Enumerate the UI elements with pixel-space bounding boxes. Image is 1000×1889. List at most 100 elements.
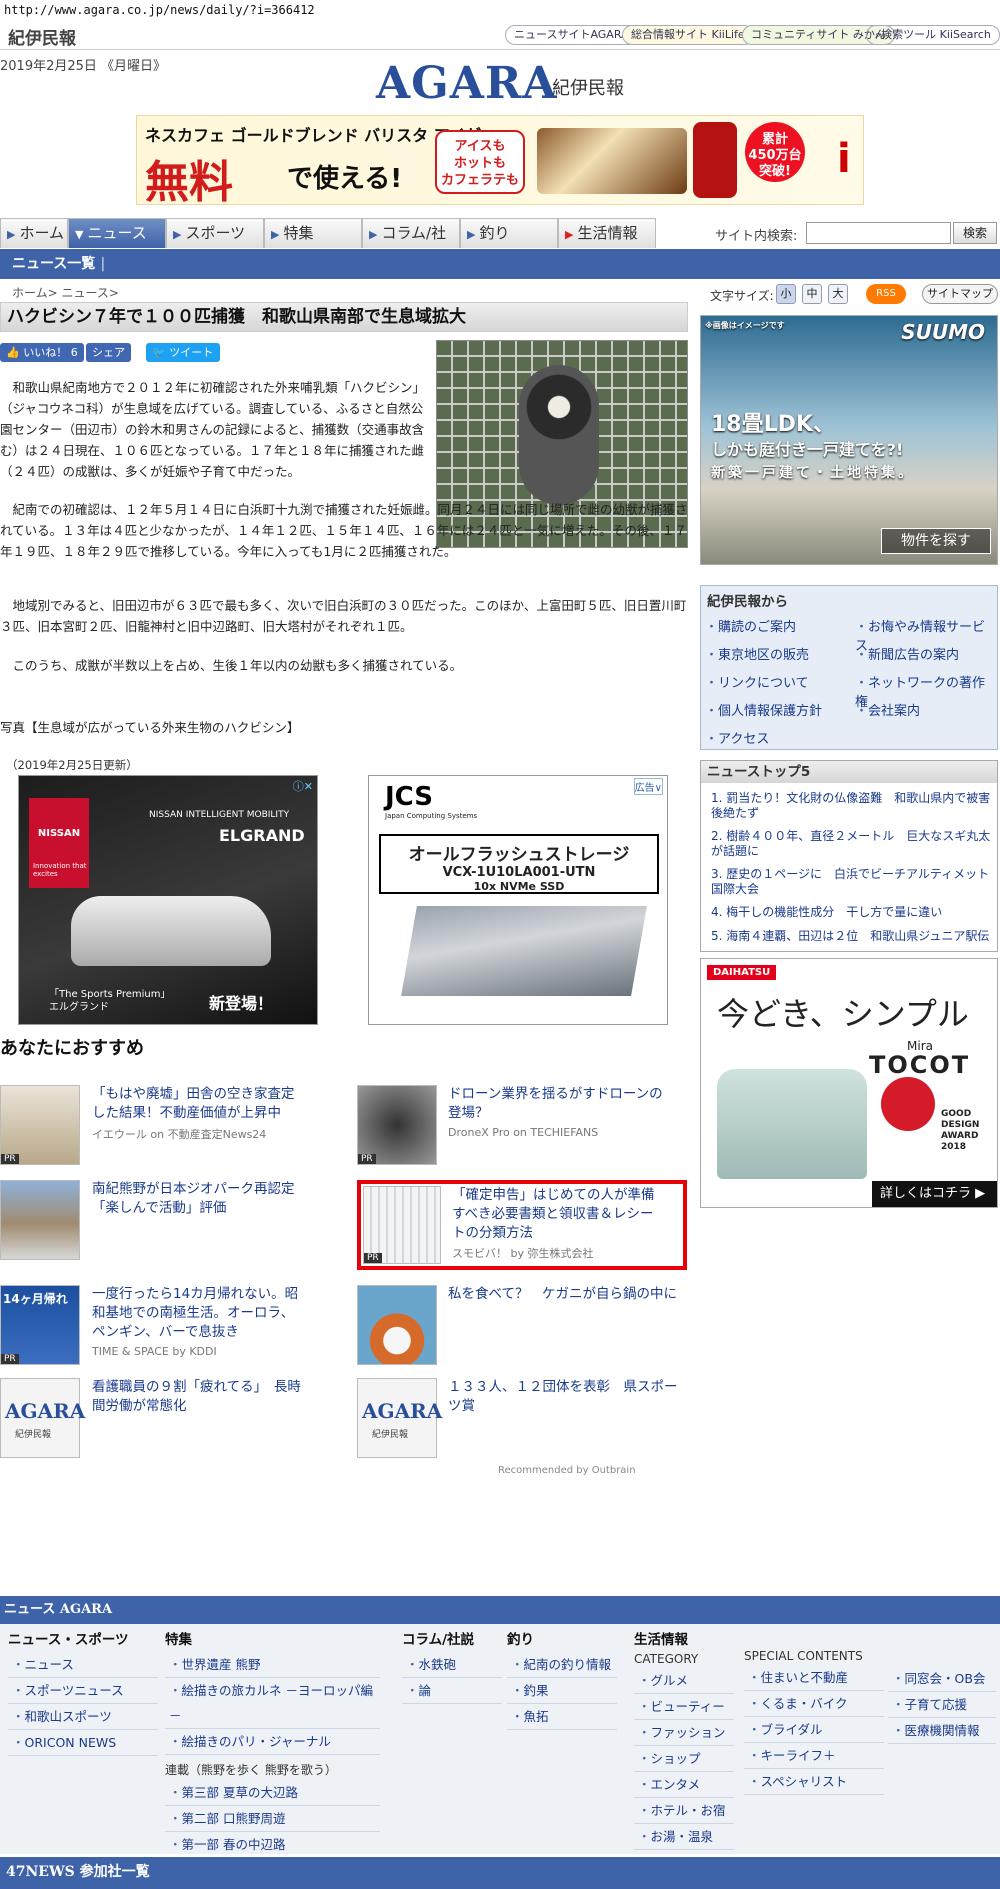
kii-link[interactable]: 新聞広告の案内 (855, 644, 959, 663)
site-link-agara[interactable]: ニュースサイトAGARA (505, 25, 638, 45)
site-search-button[interactable]: 検索 (953, 222, 997, 244)
daihatsu-ad[interactable]: DAIHATSU 今どき、シンプル Mira TOCOT GOOD DESIGN… (700, 958, 998, 1208)
breadcrumb[interactable]: ホーム> ニュース> (12, 284, 119, 301)
daihatsu-tocot: TOCOT (869, 1051, 971, 1079)
font-small-button[interactable]: 小 (776, 284, 796, 304)
kii-link[interactable]: リンクについて (705, 672, 809, 691)
reco-link[interactable]: 南紀熊野が日本ジオパーク再認定 「楽しんで活動」評価 (92, 1180, 308, 1218)
top5-item[interactable]: 4. 梅干しの機能性成分 干し方で量に違い (711, 905, 995, 920)
footer-link[interactable]: エンタメ (634, 1772, 734, 1798)
kii-link[interactable]: 個人情報保護方針 (705, 700, 822, 719)
reco-thumb[interactable] (357, 1285, 437, 1365)
reco-link[interactable]: 「確定申告」はじめての人が準備すべき必要書類と領収書＆レシートの分類方法 (452, 1186, 662, 1243)
footer-link[interactable]: 紀南の釣り情報 (507, 1652, 617, 1678)
tab-sports[interactable]: ▶ スポーツ (166, 218, 264, 248)
footer-link[interactable]: ビューティー (634, 1694, 734, 1720)
jcs-ad[interactable]: JCS Japan Computing Systems 広告∨ オールフラッシュ… (368, 775, 668, 1025)
footer-link[interactable]: お湯・温泉 (634, 1824, 734, 1850)
address-bar[interactable]: http://www.agara.co.jp/news/daily/?i=366… (0, 0, 1000, 20)
footer-link[interactable]: 同窓会・OB会 (888, 1666, 996, 1692)
facebook-like-button[interactable]: 👍 いいね！ 6 (0, 343, 84, 362)
kii-title: 紀伊民報から (707, 594, 788, 610)
footer-link[interactable]: ショップ (634, 1746, 734, 1772)
footer-link[interactable]: 絵描きのパリ・ジャーナル (165, 1729, 380, 1755)
footer-link[interactable]: 第三部 夏草の大辺路 (165, 1780, 380, 1806)
sitemap-button[interactable]: サイトマップ (922, 284, 998, 304)
top5-item[interactable]: 5. 海南４連覇、田辺は２位 和歌山県ジュニア駅伝 (711, 929, 995, 944)
footer-link[interactable]: スポーツニュース (8, 1678, 158, 1704)
footer-link[interactable]: 釣果 (507, 1678, 617, 1704)
footer-link[interactable]: 医療機関情報 (888, 1718, 996, 1744)
footer-link[interactable]: 住まいと不動産 (744, 1665, 884, 1691)
reco-thumb[interactable]: AGARA 紀伊民報 (357, 1378, 442, 1458)
facebook-share-button[interactable]: シェア (86, 343, 131, 362)
kii-link[interactable]: 購読のご案内 (705, 616, 796, 635)
agara-logo-sub: 紀伊民報 (552, 78, 624, 99)
jcs-line3: 10x NVMe SSD (473, 880, 565, 893)
footer-link[interactable]: 第二部 口熊野周遊 (165, 1806, 380, 1832)
reco-link[interactable]: 私を食べて？ ケガニが自ら鍋の中に (448, 1285, 688, 1304)
footer-link[interactable]: グルメ (634, 1668, 734, 1694)
font-large-button[interactable]: 大 (828, 284, 848, 304)
footer-link[interactable]: 水鉄砲 (402, 1652, 502, 1678)
suumo-search-button[interactable]: 物件を探す (881, 528, 991, 554)
reco-thumb[interactable]: 14ヶ月帰れ PR (0, 1285, 80, 1365)
kii-link[interactable]: 東京地区の販売 (705, 644, 809, 663)
footer-link[interactable]: 子育て応援 (888, 1692, 996, 1718)
footer-link[interactable]: キーライフ＋ (744, 1743, 884, 1769)
footer-link[interactable]: 論 (402, 1678, 502, 1704)
tab-column[interactable]: ▶コラム/社説 (362, 218, 460, 272)
site-link-kiilife[interactable]: 総合情報サイト KiiLife (622, 25, 754, 45)
footer-link[interactable]: 世界遺産 熊野 (165, 1652, 380, 1678)
footer-link[interactable]: ブライダル (744, 1717, 884, 1743)
kiiminpo-logo[interactable]: 紀伊民報 (8, 24, 76, 49)
reco-link[interactable]: ドローン業界を揺るがすドローンの登場？ (448, 1085, 673, 1123)
news-list-link[interactable]: ニュース一覧 (12, 256, 95, 272)
outbrain-credit[interactable]: Recommended by Outbrain (498, 1465, 636, 1476)
kii-link[interactable]: アクセス (705, 728, 769, 747)
tab-life[interactable]: ▶ 生活情報 (558, 218, 656, 248)
top5-item[interactable]: 3. 歴史の１ページに 白浜でビーチアルティメット国際大会 (711, 867, 995, 897)
reco-link[interactable]: 一度行ったら14カ月帰れない。昭和基地での南極生活。オーロラ、ペンギン、バーで息… (92, 1285, 302, 1342)
reco-thumb[interactable]: PR (357, 1085, 437, 1165)
reco-thumb[interactable]: PR (0, 1085, 80, 1165)
footer-link[interactable]: 和歌山スポーツ (8, 1704, 158, 1730)
footer-link[interactable]: 第一部 春の中辺路 (165, 1832, 380, 1858)
daihatsu-more-button[interactable]: 詳しくはコチラ ▶ (872, 1181, 997, 1207)
top5-item[interactable]: 1. 罰当たり！文化財の仏像盗難 和歌山県内で被害後絶たず (711, 791, 995, 821)
tab-home[interactable]: ▶ ホーム (0, 218, 68, 248)
footer-link[interactable]: くるま・バイク (744, 1691, 884, 1717)
tab-feature[interactable]: ▶ 特集 (264, 218, 362, 248)
site-link-kiisearch[interactable]: ⌕検索ツール KiiSearch (866, 25, 1000, 45)
footer-link[interactable]: ホテル・お宿 (634, 1798, 734, 1824)
kii-link[interactable]: 会社案内 (855, 700, 920, 719)
tab-news[interactable]: ▼ ニュース (68, 218, 166, 248)
reco-link[interactable]: 看護職員の９割「疲れてる」 長時間労働が常態化 (92, 1378, 302, 1416)
footer-link[interactable]: ORICON NEWS (8, 1730, 158, 1756)
footer-link[interactable]: 絵描きの旅カルネ －ヨーロッパ編－ (165, 1678, 380, 1729)
footer-link[interactable]: ファッション (634, 1720, 734, 1746)
reco-thumb[interactable]: AGARA 紀伊民報 (0, 1378, 85, 1458)
footer-link[interactable]: スペシャリスト (744, 1769, 884, 1795)
reco-link[interactable]: 「もはや廃墟」田舎の空き家査定した結果！不動産価値が上昇中 (92, 1085, 302, 1123)
font-medium-button[interactable]: 中 (802, 284, 822, 304)
agara-logo[interactable]: AGARA (376, 58, 558, 109)
nescafe-banner-ad[interactable]: ネスカフェ ゴールドブレンド バリスタ アイが 無料 で使える! アイスも ホッ… (136, 115, 864, 208)
footer-link[interactable]: ニュース (8, 1652, 158, 1678)
rss-button[interactable]: RSS (866, 284, 906, 304)
tab-fishing[interactable]: ▶ 釣り (460, 218, 558, 248)
reco-thumb[interactable] (0, 1180, 80, 1260)
top5-item[interactable]: 2. 樹齢４００年、直径２メートル 巨大なスギ丸太が話題に (711, 829, 995, 859)
reco-link[interactable]: １３３人、１２団体を表彰 県スポーツ賞 (448, 1378, 688, 1416)
tweet-button[interactable]: 🐦 ツイート (146, 343, 220, 362)
ad-info-icon: i (837, 136, 851, 182)
footer-link[interactable]: 魚拓 (507, 1704, 617, 1730)
adchoices-icon[interactable]: ⓘ✕ (293, 778, 313, 794)
ad-label[interactable]: 広告∨ (633, 778, 663, 795)
nissan-ad[interactable]: NISSAN Innovation that excites NISSAN IN… (18, 775, 318, 1025)
suumo-ad[interactable]: ※画像はイメージです SUUMO 18畳LDK、 しかも庭付き一戸建てを?! 新… (700, 315, 998, 565)
recommend-title: あなたにおすすめ (0, 1038, 144, 1059)
reco-thumb[interactable]: PR (363, 1186, 441, 1264)
site-search-input[interactable] (806, 222, 951, 244)
top-bar: 紀伊民報 ニュースサイトAGARA 総合情報サイト KiiLife コミュニティ… (0, 20, 1000, 50)
